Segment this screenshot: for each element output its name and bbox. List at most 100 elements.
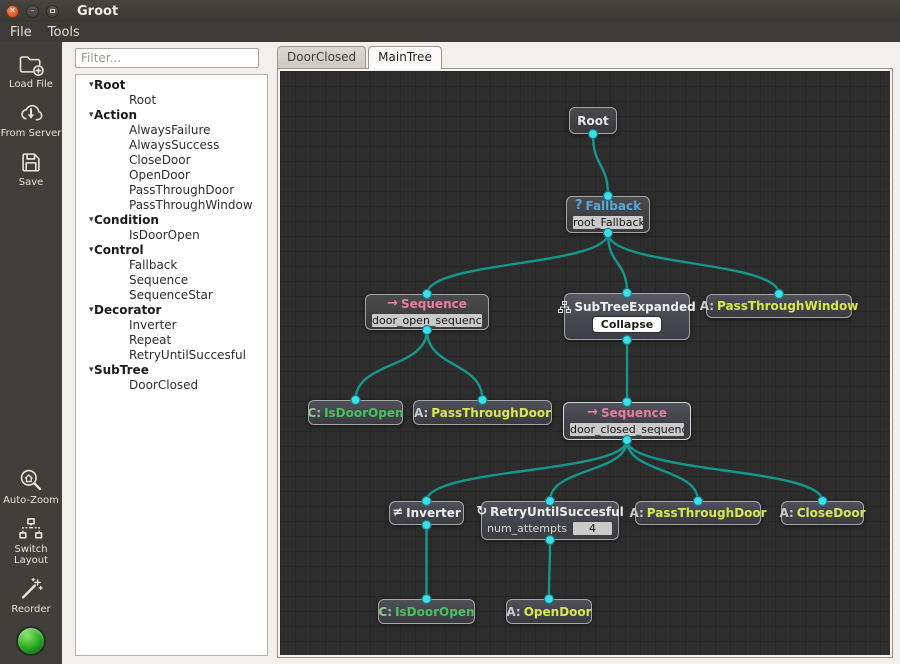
palette-item-fallback[interactable]: Fallback xyxy=(76,258,267,273)
menu-item-tools[interactable]: Tools xyxy=(46,24,90,41)
node-opendoor[interactable]: A: OpenDoor xyxy=(506,599,592,624)
collapse-button[interactable]: Collapse xyxy=(591,316,663,333)
collapse-caret-icon[interactable]: ▾ xyxy=(76,213,94,228)
collapse-caret-icon[interactable]: ▾ xyxy=(76,363,94,378)
palette-item-inverter[interactable]: Inverter xyxy=(76,318,267,333)
palette-item-alwayssuccess[interactable]: AlwaysSuccess xyxy=(76,138,267,153)
palette-item-sequence[interactable]: Sequence xyxy=(76,273,267,288)
node-type-prefix: A: xyxy=(413,405,429,420)
node-name: Sequence xyxy=(601,405,667,420)
sidebar-button-switch-layout[interactable]: Switch Layout xyxy=(0,515,62,566)
palette-item-closedoor[interactable]: CloseDoor xyxy=(76,153,267,168)
palette-item-isdooropen[interactable]: IsDoorOpen xyxy=(76,228,267,243)
minimize-button[interactable]: – xyxy=(26,4,39,18)
palette-item-sequencestar[interactable]: SequenceStar xyxy=(76,288,267,303)
node-isdooropen-2[interactable]: C: IsDoorOpen xyxy=(378,599,475,624)
cloud-download-icon xyxy=(17,99,45,127)
palette-category-root[interactable]: ▾Root xyxy=(76,78,267,93)
instance-name-field[interactable]: door_open_sequence xyxy=(371,312,483,328)
sidebar-button-load-file[interactable]: Load File xyxy=(0,50,62,90)
collapse-caret-icon[interactable]: ▾ xyxy=(76,78,94,93)
palette-item-retryuntilsuccesful[interactable]: RetryUntilSuccesful xyxy=(76,348,267,363)
edge-fallback-to-passthrough-window xyxy=(606,232,781,295)
node-closedoor[interactable]: A: CloseDoor xyxy=(779,501,866,525)
sidebar-button-label: Reorder xyxy=(11,604,51,615)
num-attempts-field[interactable]: 4 xyxy=(572,521,613,536)
field-label: num_attempts xyxy=(487,522,568,535)
palette-item-label: Root xyxy=(129,93,157,107)
node-title: A: CloseDoor xyxy=(779,506,865,520)
tree-layout-icon xyxy=(17,515,45,543)
node-sequence-door-closed[interactable]: → Sequence door_closed_sequence xyxy=(563,402,691,440)
collapse-caret-icon[interactable]: ▾ xyxy=(76,303,94,318)
palette-item-opendoor[interactable]: OpenDoor xyxy=(76,168,267,183)
palette-item-doorclosed[interactable]: DoorClosed xyxy=(76,378,267,393)
sidebar-button-from-server[interactable]: From Server xyxy=(0,99,62,139)
arrow-right-icon: → xyxy=(387,295,399,311)
node-sequence-door-open[interactable]: → Sequence door_open_sequence xyxy=(365,294,489,330)
palette-tree[interactable]: ▾Root Root ▾Action AlwaysFailure AlwaysSucce… xyxy=(75,74,268,656)
node-title: A: PassThroughDoor xyxy=(629,506,766,520)
sidebar: Load File From Server Save Auto-Zoom Switch… xyxy=(0,42,62,664)
tab-maintree[interactable]: MainTree xyxy=(368,46,442,69)
menu-bar: File Tools xyxy=(0,22,900,42)
palette-item-label: AlwaysSuccess xyxy=(129,138,220,152)
node-name: Fallback xyxy=(585,199,642,213)
instance-name-field[interactable]: root_Fallback xyxy=(572,215,644,230)
node-passthrough-door-2[interactable]: A: PassThroughDoor xyxy=(629,501,767,525)
sidebar-button-auto-zoom[interactable]: Auto-Zoom xyxy=(0,466,62,506)
subtree-icon xyxy=(558,301,572,313)
sidebar-button-reorder[interactable]: Reorder xyxy=(0,575,62,615)
node-subtree-expanded[interactable]: SubTreeExpanded Collapse xyxy=(558,293,696,340)
node-name: IsDoorOpen xyxy=(324,405,404,420)
node-type-prefix: A: xyxy=(699,299,715,313)
filter-input[interactable] xyxy=(75,48,259,68)
instance-name-field[interactable]: door_closed_sequence xyxy=(569,421,685,437)
palette-category-subtree[interactable]: ▾SubTree xyxy=(76,363,267,378)
palette-item-label: Repeat xyxy=(129,333,172,347)
node-isdooropen-1[interactable]: C: IsDoorOpen xyxy=(307,400,404,425)
node-inverter[interactable]: ≠ Inverter xyxy=(389,501,464,525)
category-label: Decorator xyxy=(94,303,162,317)
folder-plus-icon xyxy=(17,50,45,78)
node-root[interactable]: Root xyxy=(569,107,617,134)
palette-item-passthroughwindow[interactable]: PassThroughWindow xyxy=(76,198,267,213)
tab-doorclosed[interactable]: DoorClosed xyxy=(277,46,367,68)
collapse-caret-icon[interactable]: ▾ xyxy=(76,243,94,258)
node-fallback[interactable]: ? Fallback root_Fallback xyxy=(566,196,650,233)
sidebar-button-label: Switch Layout xyxy=(14,544,48,566)
sidebar-button-save[interactable]: Save xyxy=(0,148,62,188)
sidebar-button-label: Auto-Zoom xyxy=(3,495,59,506)
palette-item-repeat[interactable]: Repeat xyxy=(76,333,267,348)
tab-bar: DoorClosed MainTree xyxy=(277,46,442,69)
floppy-disk-icon xyxy=(17,148,45,176)
node-title: A: OpenDoor xyxy=(506,605,591,619)
collapse-caret-icon[interactable]: ▾ xyxy=(76,108,94,123)
maximize-button[interactable] xyxy=(46,4,59,18)
node-type-prefix: C: xyxy=(307,405,322,420)
palette-category-control[interactable]: ▾Control xyxy=(76,243,267,258)
palette-category-condition[interactable]: ▾Condition xyxy=(76,213,267,228)
canvas[interactable]: Root? Fallback root_Fallback → Sequence door_… xyxy=(280,71,890,655)
palette-item-alwaysfailure[interactable]: AlwaysFailure xyxy=(76,123,267,138)
edge-sequence-door-closed-to-inverter xyxy=(425,439,629,502)
palette-item-label: Inverter xyxy=(129,318,177,332)
node-passthrough-window[interactable]: A: PassThroughWindow xyxy=(700,294,858,318)
node-title: → Sequence xyxy=(587,405,667,420)
edge-sequence-door-open-to-passthrough-door-1 xyxy=(425,329,484,401)
palette-item-passthroughdoor[interactable]: PassThroughDoor xyxy=(76,183,267,198)
palette-item-label: RetryUntilSuccesful xyxy=(129,348,246,362)
palette-category-decorator[interactable]: ▾Decorator xyxy=(76,303,267,318)
menu-item-file[interactable]: File xyxy=(8,24,42,41)
node-title: ? Fallback xyxy=(574,198,642,214)
node-type-prefix: A: xyxy=(629,506,644,520)
edge-sequence-door-open-to-isdooropen-1 xyxy=(354,329,429,401)
palette-item-label: PassThroughDoor xyxy=(129,183,235,197)
close-button[interactable]: ✕ xyxy=(6,4,19,18)
palette-category-action[interactable]: ▾Action xyxy=(76,108,267,123)
question-mark-icon: ? xyxy=(574,198,583,213)
palette-item-root[interactable]: Root xyxy=(76,93,267,108)
edge-fallback-to-subtree-expanded xyxy=(606,232,629,294)
node-retry-until-succesful[interactable]: ↻ RetryUntilSuccesful num_attempts 4 xyxy=(476,501,624,540)
node-passthrough-door-1[interactable]: A: PassThroughDoor xyxy=(413,400,552,425)
